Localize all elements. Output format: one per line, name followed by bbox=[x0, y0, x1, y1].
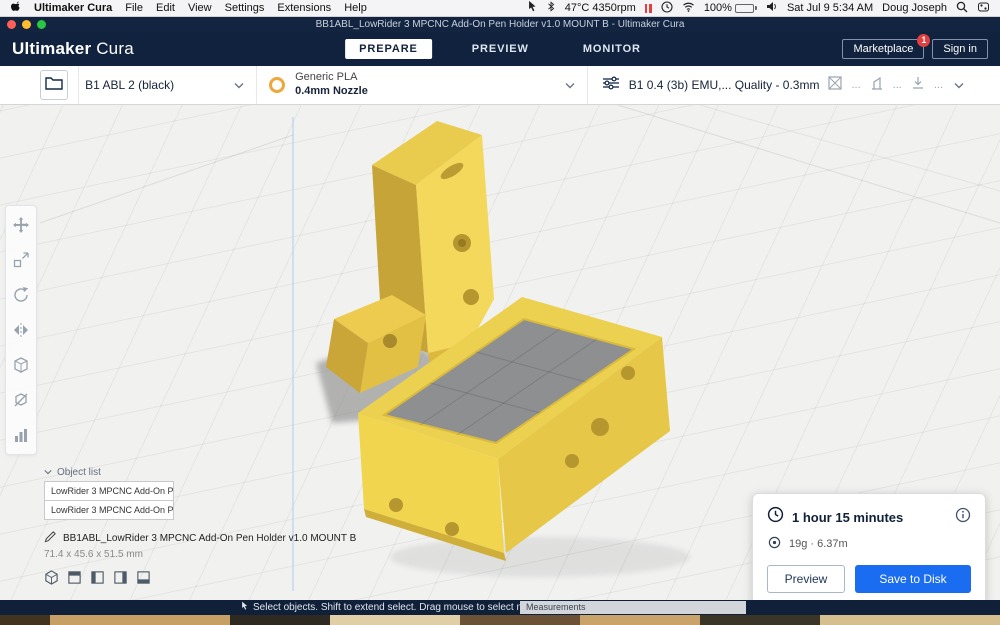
macos-menubar: Ultimaker Cura File Edit View Settings E… bbox=[0, 0, 1000, 17]
printer-selector[interactable]: B1 ABL 2 (black) bbox=[78, 66, 258, 104]
signin-button[interactable]: Sign in bbox=[932, 39, 988, 59]
logo-primary: Ultimaker bbox=[12, 39, 92, 58]
nozzle-size: 0.4mm Nozzle bbox=[295, 85, 368, 97]
statistics-icon[interactable] bbox=[13, 427, 29, 443]
view-option-icon-4[interactable] bbox=[113, 570, 128, 590]
speaker-icon[interactable] bbox=[766, 1, 778, 15]
view-option-icon-1[interactable] bbox=[44, 570, 59, 590]
bluetooth-icon[interactable] bbox=[546, 0, 556, 16]
rotate-tool-icon[interactable] bbox=[13, 287, 29, 303]
clock-icon[interactable] bbox=[661, 0, 673, 16]
save-to-disk-button[interactable]: Save to Disk bbox=[855, 565, 971, 593]
control-center-icon[interactable] bbox=[977, 1, 990, 16]
cura-header: Ultimaker Cura PREPARE PREVIEW MONITOR M… bbox=[0, 32, 1000, 66]
view-options-row bbox=[44, 570, 374, 590]
menu-settings[interactable]: Settings bbox=[225, 2, 265, 14]
object-list-item[interactable]: LowRider 3 MPCNC Add-On P... bbox=[44, 481, 174, 501]
chevron-down-icon bbox=[234, 78, 244, 92]
support-icon bbox=[870, 76, 884, 95]
battery-icon[interactable]: 100% bbox=[704, 2, 757, 14]
estimated-print-time: 1 hour 15 minutes bbox=[792, 509, 904, 525]
folder-icon bbox=[45, 76, 63, 95]
menu-extensions[interactable]: Extensions bbox=[277, 2, 331, 14]
configuration-bar: B1 ABL 2 (black) Generic PLA 0.4mm Nozzl… bbox=[0, 66, 1000, 105]
scale-tool-icon[interactable] bbox=[13, 252, 29, 268]
stage-tabs: PREPARE PREVIEW MONITOR bbox=[345, 39, 655, 59]
search-icon[interactable] bbox=[956, 1, 968, 16]
object-list-item[interactable]: LowRider 3 MPCNC Add-On P... bbox=[44, 500, 174, 520]
signin-label: Sign in bbox=[943, 43, 977, 55]
material-color-icon bbox=[269, 77, 286, 93]
menubar-user[interactable]: Doug Joseph bbox=[882, 2, 947, 14]
tool-column bbox=[5, 205, 37, 455]
move-tool-icon[interactable] bbox=[13, 217, 29, 233]
status-message: Select objects. Shift to extend select. … bbox=[253, 602, 554, 613]
cura-logo: Ultimaker Cura bbox=[12, 39, 134, 59]
object-list-panel: Object list LowRider 3 MPCNC Add-On P...… bbox=[44, 467, 374, 590]
support-blocker-icon[interactable] bbox=[13, 392, 29, 408]
print-settings-selector[interactable]: B1 0.4 (3b) EMU,... Quality - 0.3mm ... … bbox=[588, 66, 1000, 104]
3d-viewport[interactable]: Object list LowRider 3 MPCNC Add-On P...… bbox=[0, 105, 1000, 600]
support-value-truncated: ... bbox=[892, 79, 902, 91]
hint-cursor-icon bbox=[240, 601, 248, 614]
status-bar: Select objects. Shift to extend select. … bbox=[0, 600, 1000, 615]
mirror-tool-icon[interactable] bbox=[13, 322, 29, 338]
adhesion-value-truncated: ... bbox=[933, 79, 943, 91]
chevron-down-icon bbox=[44, 467, 52, 478]
desktop-wallpaper-strip bbox=[0, 615, 1000, 625]
wifi-icon[interactable] bbox=[682, 1, 695, 15]
menubar-datetime[interactable]: Sat Jul 9 5:34 AM bbox=[787, 2, 873, 14]
infill-value-truncated: ... bbox=[851, 79, 861, 91]
view-option-icon-2[interactable] bbox=[67, 570, 82, 590]
chevron-down-icon bbox=[565, 76, 575, 94]
menubar-temp-fan[interactable]: 47°C 4350rpm bbox=[565, 2, 636, 14]
filament-spool-icon bbox=[768, 536, 781, 552]
window-title: BB1ABL_LowRider 3 MPCNC Add-On Pen Holde… bbox=[315, 19, 685, 30]
tab-monitor[interactable]: MONITOR bbox=[569, 39, 655, 59]
material-nozzle-selector[interactable]: Generic PLA 0.4mm Nozzle bbox=[257, 66, 588, 104]
printer-name: B1 ABL 2 (black) bbox=[85, 78, 175, 92]
minimize-window-button[interactable] bbox=[22, 20, 31, 29]
sliders-icon bbox=[602, 75, 620, 95]
material-estimate: 19g · 6.37m bbox=[789, 538, 848, 550]
menu-edit[interactable]: Edit bbox=[156, 2, 175, 14]
zoom-window-button[interactable] bbox=[37, 20, 46, 29]
view-option-icon-5[interactable] bbox=[136, 570, 151, 590]
view-option-icon-3[interactable] bbox=[90, 570, 105, 590]
pencil-icon bbox=[44, 530, 57, 546]
info-icon[interactable] bbox=[955, 507, 971, 528]
material-name: Generic PLA bbox=[295, 71, 358, 84]
marketplace-label: Marketplace bbox=[853, 43, 914, 55]
cursor-icon bbox=[526, 0, 537, 16]
marketplace-button[interactable]: Marketplace 1 bbox=[842, 34, 931, 59]
marketplace-badge: 1 bbox=[917, 34, 931, 47]
logo-secondary: Cura bbox=[91, 39, 134, 58]
adhesion-icon bbox=[911, 76, 925, 95]
preview-button[interactable]: Preview bbox=[767, 565, 845, 593]
measurements-field[interactable]: Measurements bbox=[520, 601, 746, 614]
object-list-header[interactable]: Object list bbox=[44, 467, 374, 478]
menu-view[interactable]: View bbox=[188, 2, 212, 14]
open-file-button[interactable] bbox=[40, 70, 69, 100]
model-dimensions: 71.4 x 45.6 x 51.5 mm bbox=[44, 549, 143, 560]
menubar-app-name[interactable]: Ultimaker Cura bbox=[34, 2, 112, 14]
close-window-button[interactable] bbox=[7, 20, 16, 29]
profile-summary: B1 0.4 (3b) EMU,... Quality - 0.3mm bbox=[628, 78, 820, 92]
object-list-label: Object list bbox=[57, 467, 101, 478]
print-time-icon bbox=[767, 506, 784, 528]
per-model-settings-icon[interactable] bbox=[13, 357, 29, 373]
battery-percent: 100% bbox=[703, 2, 732, 14]
tab-prepare[interactable]: PREPARE bbox=[345, 39, 432, 59]
apple-icon[interactable] bbox=[10, 0, 21, 16]
menu-file[interactable]: File bbox=[125, 2, 143, 14]
print-action-panel: 1 hour 15 minutes 19g · 6.37m Preview Sa… bbox=[752, 493, 986, 600]
chevron-down-icon bbox=[954, 76, 964, 94]
menu-help[interactable]: Help bbox=[344, 2, 367, 14]
project-name: BB1ABL_LowRider 3 MPCNC Add-On Pen Holde… bbox=[63, 532, 357, 544]
pause-icon[interactable] bbox=[644, 3, 652, 13]
project-name-row[interactable]: BB1ABL_LowRider 3 MPCNC Add-On Pen Holde… bbox=[44, 530, 374, 546]
tab-preview[interactable]: PREVIEW bbox=[458, 39, 543, 59]
window-titlebar: BB1ABL_LowRider 3 MPCNC Add-On Pen Holde… bbox=[0, 17, 1000, 32]
infill-icon bbox=[828, 75, 843, 95]
